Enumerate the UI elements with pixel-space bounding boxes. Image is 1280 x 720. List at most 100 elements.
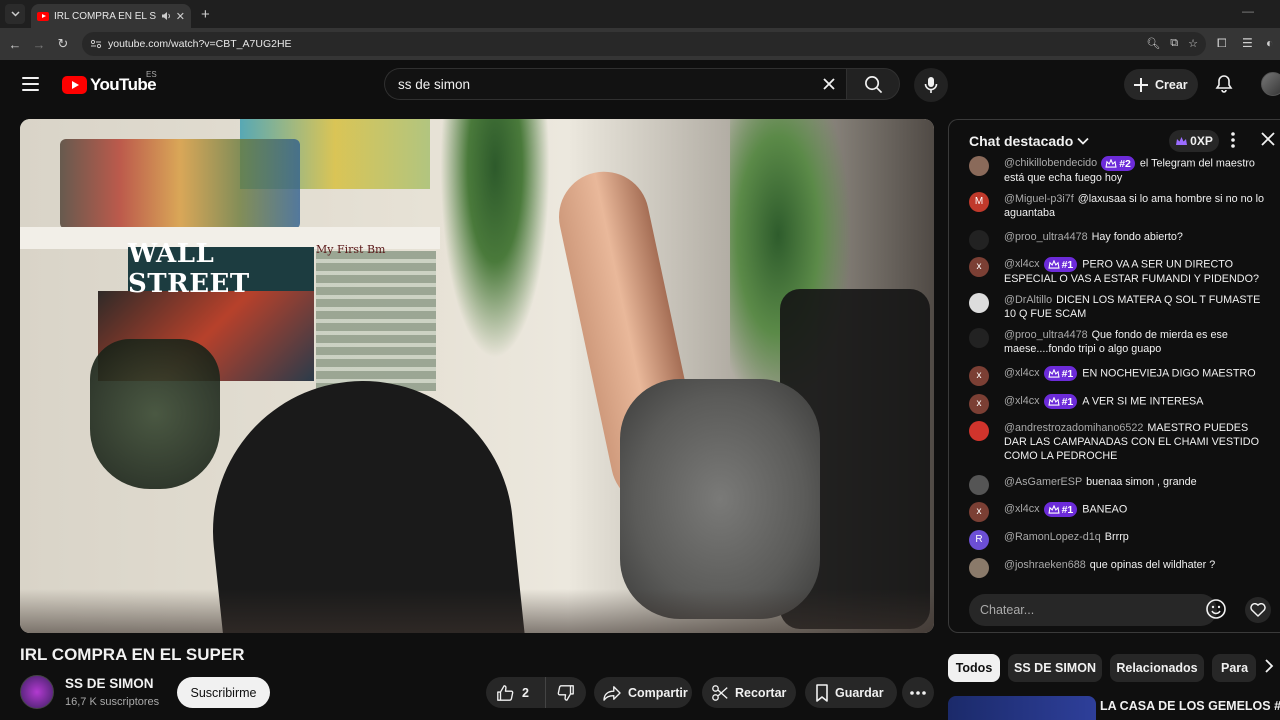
close-tab-icon[interactable]: ✕ (176, 10, 185, 23)
chat-message[interactable]: @joshraeken688 que opinas del wildhater ? (969, 558, 1269, 578)
chat-message[interactable]: @AsGamerESP buenaa simon , grande (969, 475, 1269, 495)
browser-tab[interactable]: IRL COMPRA EN EL SUPER ✕ (31, 4, 191, 28)
site-settings-icon[interactable] (90, 38, 102, 50)
chat-author-avatar[interactable]: x (969, 257, 989, 277)
share-button[interactable]: Compartir (594, 677, 692, 708)
chat-message-text: BANEAO (1082, 503, 1128, 516)
chat-input[interactable]: Chatear... (969, 594, 1217, 626)
chip-relacionados[interactable]: Relacionados (1110, 654, 1204, 682)
bookmark-star-icon[interactable]: ☆ (1188, 37, 1198, 50)
forward-icon[interactable]: → (27, 37, 51, 52)
dislike-button[interactable] (546, 684, 586, 702)
speaker-icon[interactable] (161, 11, 171, 21)
create-button[interactable]: Crear (1124, 69, 1198, 100)
clip-button[interactable]: Recortar (702, 677, 796, 708)
chat-author-name[interactable]: @xl4cx (1004, 503, 1040, 515)
share-arrow-icon (603, 685, 621, 701)
chip-ss-de-simon[interactable]: SS DE SIMON (1008, 654, 1102, 682)
close-chat-icon[interactable] (1261, 132, 1275, 146)
browser-tab-strip: IRL COMPRA EN EL SUPER ✕ + — (0, 0, 1280, 28)
xp-value: 0XP (1190, 134, 1213, 148)
url-text: youtube.com/watch?v=CBT_A7UG2HE (108, 38, 292, 50)
chat-mode-dropdown[interactable]: Chat destacado (969, 133, 1089, 149)
chat-author-name[interactable]: @DrAltillo (1004, 294, 1052, 306)
chat-message[interactable]: x @xl4cx #1 EN NOCHEVIEJA DIGO MAESTRO (969, 366, 1269, 386)
chat-author-name[interactable]: @xl4cx (1004, 258, 1040, 270)
search-button[interactable] (846, 68, 900, 100)
reload-icon[interactable]: ↻ (51, 36, 75, 52)
save-button[interactable]: Guardar (805, 677, 897, 708)
zoom-icon[interactable]: 🔍︎ (1146, 37, 1160, 50)
chat-author-name[interactable]: @andrestrozadomihano6522 (1004, 422, 1143, 434)
chat-message[interactable]: @chikillobendecido #2 el Telegram del maes… (969, 156, 1269, 185)
chip-para[interactable]: Para (1212, 654, 1256, 682)
chat-author-name[interactable]: @Miguel-p3i7f (1004, 193, 1074, 205)
youtube-logo[interactable]: YouTube ES (62, 70, 157, 95)
chat-author-name[interactable]: @joshraeken688 (1004, 559, 1086, 571)
chat-message[interactable]: @proo_ultra4478 Que fondo de mierda es es… (969, 328, 1269, 356)
chat-author-name[interactable]: @RamonLopez-d1q (1004, 531, 1101, 543)
video-player[interactable]: WALL STREET My First Bm (20, 119, 934, 633)
chat-author-avatar[interactable]: R (969, 530, 989, 550)
chat-author-avatar[interactable]: x (969, 502, 989, 522)
chat-message[interactable]: @DrAltillo DICEN LOS MATERA Q SOL T FUMAS… (969, 293, 1269, 321)
voice-search-button[interactable] (914, 68, 948, 102)
chat-message[interactable]: x @xl4cx #1 BANEAO (969, 502, 1269, 522)
channel-avatar[interactable] (20, 675, 54, 709)
chat-author-avatar[interactable] (969, 230, 989, 250)
chat-message[interactable]: x @xl4cx #1 PERO VA A SER UN DIRECTO ESPECI… (969, 257, 1269, 286)
reaction-button[interactable] (1245, 597, 1271, 623)
chat-author-avatar[interactable] (969, 421, 989, 441)
new-tab-icon[interactable]: + (201, 6, 210, 23)
channel-name[interactable]: SS DE SIMON (65, 676, 154, 691)
chat-message[interactable]: @proo_ultra4478 Hay fondo abierto? (969, 230, 1269, 250)
chat-author-avatar[interactable]: x (969, 394, 989, 414)
chat-message-body: @proo_ultra4478 Que fondo de mierda es es… (1004, 328, 1266, 356)
cast-icon[interactable]: ⧉ (1170, 37, 1178, 50)
more-actions-button[interactable] (902, 677, 934, 708)
chat-message-text: buenaa simon , grande (1086, 476, 1197, 488)
account-avatar[interactable] (1261, 72, 1280, 96)
subscribe-button[interactable]: Suscribirme (177, 677, 270, 708)
recommendation-title[interactable]: LA CASA DE LOS GEMELOS #2 | (1100, 699, 1280, 713)
back-icon[interactable]: ← (3, 37, 27, 52)
chat-author-name[interactable]: @xl4cx (1004, 395, 1040, 407)
chevron-right-icon[interactable] (1264, 658, 1274, 674)
chat-author-name[interactable]: @proo_ultra4478 (1004, 329, 1088, 341)
tab-search-button[interactable] (5, 4, 25, 24)
xp-badge[interactable]: 0XP (1169, 130, 1219, 152)
like-button[interactable]: 2 (486, 677, 546, 708)
chat-author-avatar[interactable] (969, 558, 989, 578)
extensions-icon[interactable]: ⧠ (1217, 36, 1227, 51)
more-horizontal-icon (910, 690, 926, 695)
chat-author-avatar[interactable] (969, 328, 989, 348)
search-input[interactable]: ss de simon (384, 68, 846, 100)
reading-list-icon[interactable]: ☰ (1242, 36, 1253, 50)
recommendation-thumbnail[interactable] (948, 696, 1096, 720)
chat-message[interactable]: @andrestrozadomihano6522 MAESTRO PUEDES D… (969, 421, 1269, 463)
chat-message[interactable]: x @xl4cx #1 A VER SI ME INTERESA (969, 394, 1269, 414)
chat-author-avatar[interactable]: x (969, 366, 989, 386)
chat-author-name[interactable]: @AsGamerESP (1004, 476, 1082, 488)
search-query: ss de simon (398, 76, 471, 92)
chat-author-avatar[interactable]: M (969, 192, 989, 212)
emoji-icon[interactable] (1205, 598, 1227, 620)
chat-author-avatar[interactable] (969, 293, 989, 313)
crown-icon (1105, 159, 1117, 168)
more-vertical-icon[interactable] (1231, 132, 1235, 148)
chat-author-avatar[interactable] (969, 156, 989, 176)
clear-search-icon[interactable] (818, 73, 840, 95)
chat-message[interactable]: R @RamonLopez-d1q Brrrp (969, 530, 1269, 550)
chat-author-name[interactable]: @xl4cx (1004, 367, 1040, 379)
minimize-window-icon[interactable]: — (1242, 4, 1254, 18)
chat-message[interactable]: M @Miguel-p3i7f @laxusaa si lo ama hombre … (969, 192, 1269, 220)
address-bar[interactable]: youtube.com/watch?v=CBT_A7UG2HE 🔍︎ ⧉ ☆ (82, 32, 1206, 56)
video-scene-figures (60, 139, 300, 229)
chat-author-name[interactable]: @chikillobendecido (1004, 157, 1097, 169)
chip-todos[interactable]: Todos (948, 654, 1000, 682)
chat-author-avatar[interactable] (969, 475, 989, 495)
notifications-bell-icon[interactable] (1214, 74, 1234, 94)
hamburger-menu-icon[interactable] (22, 77, 39, 91)
chat-author-name[interactable]: @proo_ultra4478 (1004, 231, 1088, 243)
profile-icon[interactable]: ◐ (1266, 36, 1273, 50)
